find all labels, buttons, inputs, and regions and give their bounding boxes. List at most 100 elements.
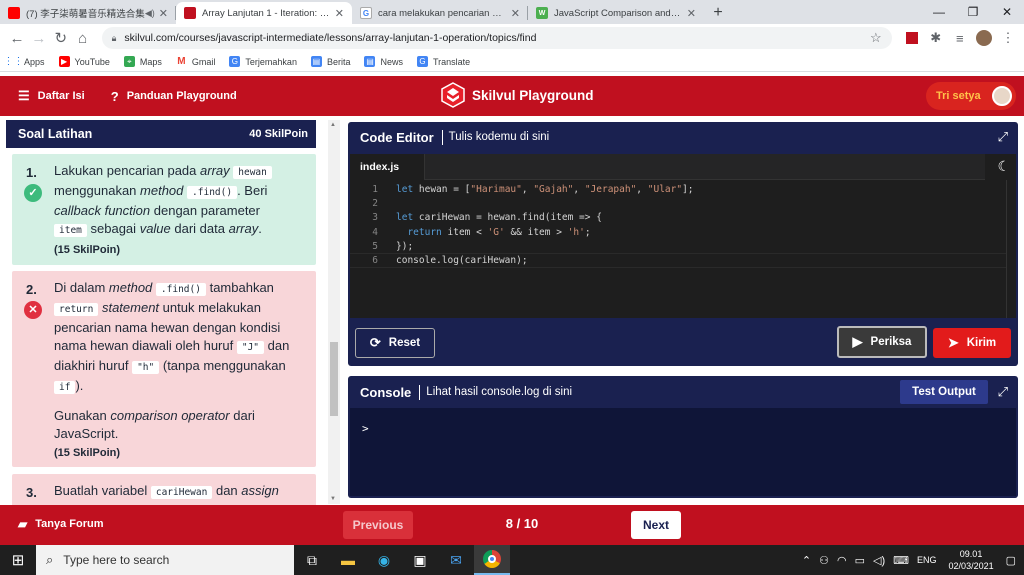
check-circle-icon: ✓ (24, 184, 42, 202)
file-explorer-icon[interactable]: ▬ (330, 545, 366, 575)
close-tab-icon[interactable]: ✕ (159, 7, 168, 20)
people-icon[interactable]: ⚇ (819, 554, 829, 567)
error-circle-icon: ✕ (24, 301, 42, 319)
menu-icon[interactable]: ⋮ (998, 27, 1018, 49)
check-button[interactable]: ▶ Periksa (837, 326, 927, 358)
wifi-icon[interactable]: ◠ (837, 554, 847, 567)
bookmark-youtube[interactable]: ▶ YouTube (58, 56, 110, 67)
extension-icon[interactable] (902, 27, 922, 49)
forward-icon[interactable]: → (28, 26, 50, 50)
new-tab-button[interactable]: + (704, 2, 732, 24)
system-tray: ⌃ ⚇ ◠ ▭ ◁) ⌨ ENG 09.01 02/03/2021 ▢ (798, 545, 1024, 575)
table-of-contents-button[interactable]: ☰ Daftar Isi (18, 88, 85, 104)
notifications-icon[interactable]: ▢ (1006, 554, 1016, 567)
speaker-icon[interactable]: ◀) (145, 8, 155, 19)
scroll-down-icon[interactable]: ▼ (330, 496, 336, 502)
expand-icon[interactable]: ⤢ (998, 129, 1008, 145)
code-line: 5}); (372, 240, 414, 252)
submit-button[interactable]: ➤ Kirim (933, 328, 1011, 358)
apps-grid-icon: ⋮⋮ (3, 56, 24, 67)
brand-logo[interactable]: Skilvul Playground (440, 82, 594, 108)
expand-icon[interactable]: ⤢ (998, 384, 1008, 400)
task-view-icon[interactable]: ⧉ (294, 545, 330, 575)
url-input[interactable]: 🔒︎ skilvul.com/courses/javascript-interm… (101, 27, 892, 49)
task-text: Lakukan pencarian pada array hewan mengg… (54, 162, 306, 259)
news-icon: ▤ (364, 56, 376, 67)
youtube-icon (8, 7, 20, 19)
previous-button[interactable]: Previous (343, 511, 413, 539)
language-indicator[interactable]: ENG (917, 555, 937, 565)
minimize-button[interactable]: — (922, 0, 956, 24)
code-lines[interactable]: 1 let hewan = ["Harimau", "Gajah", "Jerap… (350, 182, 1010, 268)
task-list-scrollbar[interactable]: ▲ ▼ (328, 120, 340, 504)
code-line: 6 console.log(cariHewan); (350, 253, 1010, 268)
bookmark-translate[interactable]: G Translate (416, 56, 470, 67)
console-prompt: > (362, 422, 369, 435)
clock[interactable]: 09.01 02/03/2021 (949, 548, 994, 572)
reset-button[interactable]: ⟳ Reset (355, 328, 435, 358)
browser-tab-active[interactable]: Array Lanjutan 1 - Iteration: .find ✕ (176, 2, 352, 24)
avatar (992, 86, 1012, 106)
home-icon[interactable]: ⌂ (72, 26, 94, 50)
bookmark-star-icon[interactable]: ☆ (870, 30, 882, 46)
scrollbar-thumb[interactable] (330, 342, 338, 416)
forum-button[interactable]: ▰ Tanya Forum (18, 517, 104, 531)
maximize-button[interactable]: ❐ (956, 0, 990, 24)
volume-icon[interactable]: ◁) (873, 554, 885, 567)
console-panel: Console Lihat hasil console.log di sini … (348, 376, 1018, 498)
play-icon: ▶ (852, 334, 863, 349)
dark-mode-icon[interactable]: ☾ (997, 158, 1010, 175)
windows-taskbar: ⊞ ⌕ Type here to search ⧉ ▬ ◉ ▣ ✉ ⌃ ⚇ ◠ … (0, 545, 1024, 575)
bookmark-news[interactable]: ▤ News (364, 56, 403, 67)
editor-scrollbar[interactable] (1006, 180, 1016, 318)
user-menu[interactable]: Tri setya (926, 82, 1016, 110)
battery-icon[interactable]: ▭ (855, 554, 865, 567)
task-number: 1. (26, 165, 37, 180)
youtube-icon: ▶ (58, 56, 70, 67)
close-tab-icon[interactable]: ✕ (687, 7, 696, 20)
browser-tab[interactable]: W JavaScript Comparison and Logic ✕ (528, 2, 704, 24)
chevron-up-icon[interactable]: ⌃ (802, 554, 811, 567)
file-tab[interactable]: index.js (350, 154, 425, 180)
test-output-button[interactable]: Test Output (900, 380, 988, 404)
close-window-button[interactable]: ✕ (990, 0, 1024, 24)
scroll-up-icon[interactable]: ▲ (330, 122, 336, 128)
refresh-icon: ⟳ (369, 335, 381, 350)
profile-avatar[interactable] (974, 27, 994, 49)
windows-start-icon[interactable]: ⊞ (0, 545, 36, 575)
taskbar-search-input[interactable]: ⌕ Type here to search (36, 545, 294, 575)
news-icon: ▤ (310, 56, 322, 67)
bookmark-maps[interactable]: ⌖ Maps (123, 56, 162, 67)
edge-icon[interactable]: ◉ (366, 545, 402, 575)
reload-icon[interactable]: ↻ (50, 26, 72, 50)
tab-label: (7) 李子柒萌暑音乐精选合集 (26, 9, 145, 20)
exercise-header: Soal Latihan 40 SkilPoin (6, 120, 316, 148)
back-icon[interactable]: ← (6, 26, 28, 50)
bookmark-apps[interactable]: ⋮⋮ Apps (3, 56, 45, 67)
bookmark-gmail[interactable]: M Gmail (176, 56, 215, 67)
guide-button[interactable]: ? Panduan Playground (111, 89, 237, 104)
url-text: skilvul.com/courses/javascript-intermedi… (124, 32, 537, 44)
queue-icon[interactable]: ≡ (950, 27, 970, 49)
task-list[interactable]: 1. ✓ Lakukan pencarian pada array hewan … (6, 150, 324, 506)
mail-icon[interactable]: ✉ (438, 545, 474, 575)
close-tab-icon[interactable]: ✕ (511, 7, 520, 20)
code-line: 1 let hewan = ["Harimau", "Gajah", "Jerap… (372, 183, 694, 195)
code-editor[interactable]: index.js ☾ 1 let hewan = ["Harimau", "Gaj… (350, 154, 1016, 318)
task-points: (15 SkilPoin) (54, 447, 121, 459)
chrome-icon[interactable] (474, 545, 510, 575)
puzzle-icon[interactable]: ✱ (926, 27, 946, 49)
browser-tab[interactable]: (7) 李子柒萌暑音乐精选合集 ◀) ✕ (0, 2, 176, 24)
bookmark-berita[interactable]: ▤ Berita (310, 56, 350, 67)
code-editor-panel: Code Editor Tulis kodemu di sini ⤢ index… (348, 122, 1018, 366)
lock-icon[interactable]: 🔒︎ (112, 33, 117, 44)
search-icon: ⌕ (46, 552, 54, 567)
translate-icon: G (416, 56, 428, 67)
keyboard-icon[interactable]: ⌨ (893, 554, 909, 567)
store-icon[interactable]: ▣ (402, 545, 438, 575)
next-button[interactable]: Next (631, 511, 681, 539)
close-tab-icon[interactable]: ✕ (335, 7, 344, 20)
task-item: 1. ✓ Lakukan pencarian pada array hewan … (12, 154, 316, 265)
bookmark-translate-id[interactable]: G Terjemahkan (229, 56, 297, 67)
browser-tab[interactable]: G cara melakukan pencarian nama ✕ (352, 2, 528, 24)
